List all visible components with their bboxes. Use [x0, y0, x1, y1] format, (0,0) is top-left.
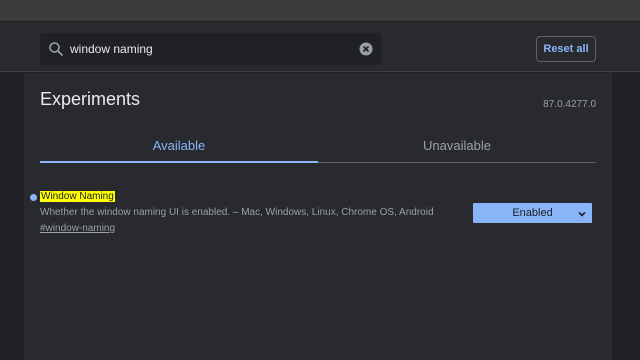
right-gutter [612, 73, 640, 360]
flag-item: Window Naming Whether the window naming … [24, 189, 612, 239]
tab-unavailable[interactable]: Unavailable [318, 128, 596, 162]
clear-icon[interactable] [359, 42, 373, 56]
tab-bar: Available Unavailable [40, 128, 596, 163]
left-gutter [0, 73, 24, 360]
reset-all-button[interactable]: Reset all [536, 36, 596, 62]
tab-available[interactable]: Available [40, 128, 318, 162]
search-icon [48, 41, 64, 57]
page-title: Experiments [40, 89, 141, 109]
tab-available-label: Available [152, 137, 206, 153]
experiments-panel: Experiments 87.0.4277.0 Available Unavai… [24, 73, 612, 360]
modified-indicator-icon [30, 194, 37, 201]
flag-permalink[interactable]: #window-naming [40, 223, 115, 234]
version-label: 87.0.4277.0 [543, 99, 596, 110]
tab-unavailable-label: Unavailable [423, 137, 491, 153]
flag-state-value: Enabled [512, 207, 553, 219]
active-tab-indicator [40, 161, 318, 163]
flag-name: Window Naming [40, 191, 115, 202]
flag-state-select[interactable]: Enabled [473, 203, 592, 223]
window-top-strip [0, 0, 640, 22]
chevron-down-icon [578, 209, 586, 217]
header: Reset all [0, 22, 640, 72]
search-input[interactable] [70, 33, 360, 65]
search-box[interactable] [40, 33, 381, 65]
flag-description: Whether the window naming UI is enabled.… [40, 207, 434, 218]
